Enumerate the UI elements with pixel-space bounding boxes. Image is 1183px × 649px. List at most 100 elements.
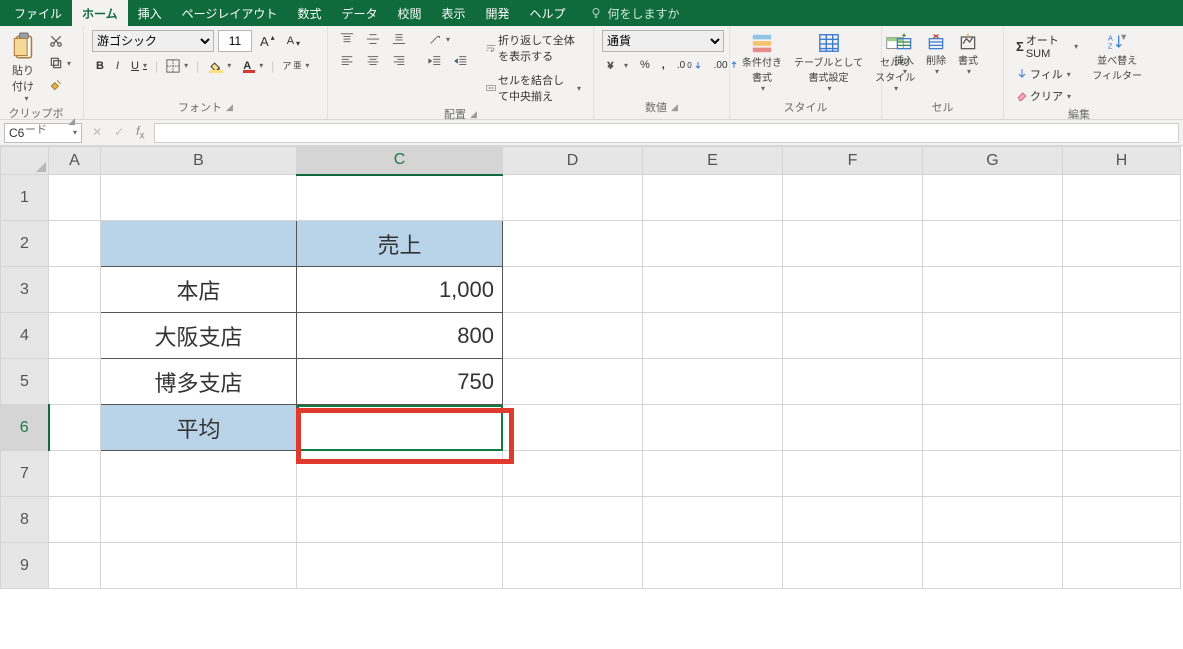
cell-F5[interactable] xyxy=(783,359,923,405)
tab-page-layout[interactable]: ページレイアウト xyxy=(172,0,288,26)
row-header-6[interactable]: 6 xyxy=(1,405,49,451)
cell-B3[interactable]: 本店 xyxy=(101,267,297,313)
col-header-C[interactable]: C xyxy=(297,147,503,175)
cell-H8[interactable] xyxy=(1063,497,1181,543)
cell-H5[interactable] xyxy=(1063,359,1181,405)
cell-C7[interactable] xyxy=(297,451,503,497)
percent-button[interactable]: % xyxy=(636,57,654,73)
cell-A7[interactable] xyxy=(49,451,101,497)
cell-F1[interactable] xyxy=(783,175,923,221)
row-header-5[interactable]: 5 xyxy=(1,359,49,405)
sort-filter-button[interactable]: AZ 並べ替え フィルター xyxy=(1088,30,1146,84)
cell-A4[interactable] xyxy=(49,313,101,359)
cell-F8[interactable] xyxy=(783,497,923,543)
cell-F9[interactable] xyxy=(783,543,923,589)
cell-C3[interactable]: 1,000 xyxy=(297,267,503,313)
cell-E6[interactable] xyxy=(643,405,783,451)
cell-D8[interactable] xyxy=(503,497,643,543)
italic-button[interactable]: I xyxy=(112,58,123,74)
delete-cells-button[interactable]: 削除▾ xyxy=(922,30,950,78)
cell-B5[interactable]: 博多支店 xyxy=(101,359,297,405)
cell-A8[interactable] xyxy=(49,497,101,543)
cell-B9[interactable] xyxy=(101,543,297,589)
fill-button[interactable]: フィル ▾ xyxy=(1012,64,1082,84)
cancel-formula-button[interactable]: ✕ xyxy=(88,125,106,139)
col-header-B[interactable]: B xyxy=(101,147,297,175)
decrease-font-button[interactable]: A▾ xyxy=(283,33,304,49)
cell-C4[interactable]: 800 xyxy=(297,313,503,359)
cell-G5[interactable] xyxy=(923,359,1063,405)
align-left-button[interactable] xyxy=(336,52,358,70)
fill-color-button[interactable]: ▾ xyxy=(203,56,235,75)
tab-formulas[interactable]: 数式 xyxy=(287,0,331,26)
increase-indent-button[interactable] xyxy=(450,52,472,70)
cell-G4[interactable] xyxy=(923,313,1063,359)
orientation-button[interactable]: ▾ xyxy=(424,30,454,48)
row-header-3[interactable]: 3 xyxy=(1,267,49,313)
cell-D3[interactable] xyxy=(503,267,643,313)
borders-button[interactable]: ▾ xyxy=(162,57,192,75)
number-launcher[interactable]: ◢ xyxy=(671,102,678,113)
cell-E7[interactable] xyxy=(643,451,783,497)
tab-developer[interactable]: 開発 xyxy=(476,0,520,26)
row-header-8[interactable]: 8 xyxy=(1,497,49,543)
cell-H4[interactable] xyxy=(1063,313,1181,359)
col-header-E[interactable]: E xyxy=(643,147,783,175)
clipboard-launcher[interactable]: ◢ xyxy=(68,116,75,127)
align-launcher[interactable]: ◢ xyxy=(470,109,477,120)
tab-help[interactable]: ヘルプ xyxy=(520,0,576,26)
paste-button[interactable]: 貼り付け ▾ xyxy=(8,30,43,105)
font-size-input[interactable] xyxy=(218,30,252,52)
cell-A3[interactable] xyxy=(49,267,101,313)
clear-button[interactable]: クリア ▾ xyxy=(1012,86,1082,106)
row-header-7[interactable]: 7 xyxy=(1,451,49,497)
cell-D9[interactable] xyxy=(503,543,643,589)
cell-A5[interactable] xyxy=(49,359,101,405)
decrease-indent-button[interactable] xyxy=(424,52,446,70)
cell-E5[interactable] xyxy=(643,359,783,405)
cell-G6[interactable] xyxy=(923,405,1063,451)
cell-B8[interactable] xyxy=(101,497,297,543)
cell-F3[interactable] xyxy=(783,267,923,313)
cell-B7[interactable] xyxy=(101,451,297,497)
align-bottom-button[interactable] xyxy=(388,30,410,48)
row-header-2[interactable]: 2 xyxy=(1,221,49,267)
cell-C2[interactable]: 売上 xyxy=(297,221,503,267)
wrap-text-button[interactable]: 折り返して全体を表示する xyxy=(482,30,585,66)
format-cells-button[interactable]: 書式▾ xyxy=(954,30,982,78)
cell-E2[interactable] xyxy=(643,221,783,267)
cell-B2[interactable] xyxy=(101,221,297,267)
cell-E3[interactable] xyxy=(643,267,783,313)
cell-F6[interactable] xyxy=(783,405,923,451)
cell-H2[interactable] xyxy=(1063,221,1181,267)
align-top-button[interactable] xyxy=(336,30,358,48)
copy-button[interactable]: ▾ xyxy=(45,54,75,72)
align-middle-button[interactable] xyxy=(362,30,384,48)
cell-C8[interactable] xyxy=(297,497,503,543)
enter-formula-button[interactable]: ✓ xyxy=(110,125,128,139)
cell-H3[interactable] xyxy=(1063,267,1181,313)
col-header-H[interactable]: H xyxy=(1063,147,1181,175)
cell-B4[interactable]: 大阪支店 xyxy=(101,313,297,359)
number-format-select[interactable]: 通貨 xyxy=(602,30,724,52)
font-color-button[interactable]: A▾ xyxy=(239,56,267,75)
cell-G3[interactable] xyxy=(923,267,1063,313)
tab-insert[interactable]: 挿入 xyxy=(128,0,172,26)
cell-D2[interactable] xyxy=(503,221,643,267)
cell-B6[interactable]: 平均 xyxy=(101,405,297,451)
cell-D7[interactable] xyxy=(503,451,643,497)
col-header-D[interactable]: D xyxy=(503,147,643,175)
autosum-button[interactable]: Σ オート SUM ▾ xyxy=(1012,30,1082,62)
cell-A6[interactable] xyxy=(49,405,101,451)
accounting-format-button[interactable]: ¥▾ xyxy=(602,56,632,74)
cell-E9[interactable] xyxy=(643,543,783,589)
insert-cells-button[interactable]: 挿入▾ xyxy=(890,30,918,78)
cell-C9[interactable] xyxy=(297,543,503,589)
cell-H9[interactable] xyxy=(1063,543,1181,589)
format-table-button[interactable]: テーブルとして 書式設定▾ xyxy=(790,30,867,95)
col-header-F[interactable]: F xyxy=(783,147,923,175)
merge-center-button[interactable]: セルを結合して中央揃え▾ xyxy=(482,70,585,106)
tab-home[interactable]: ホーム xyxy=(72,0,128,26)
cell-F2[interactable] xyxy=(783,221,923,267)
cut-button[interactable] xyxy=(45,32,75,50)
